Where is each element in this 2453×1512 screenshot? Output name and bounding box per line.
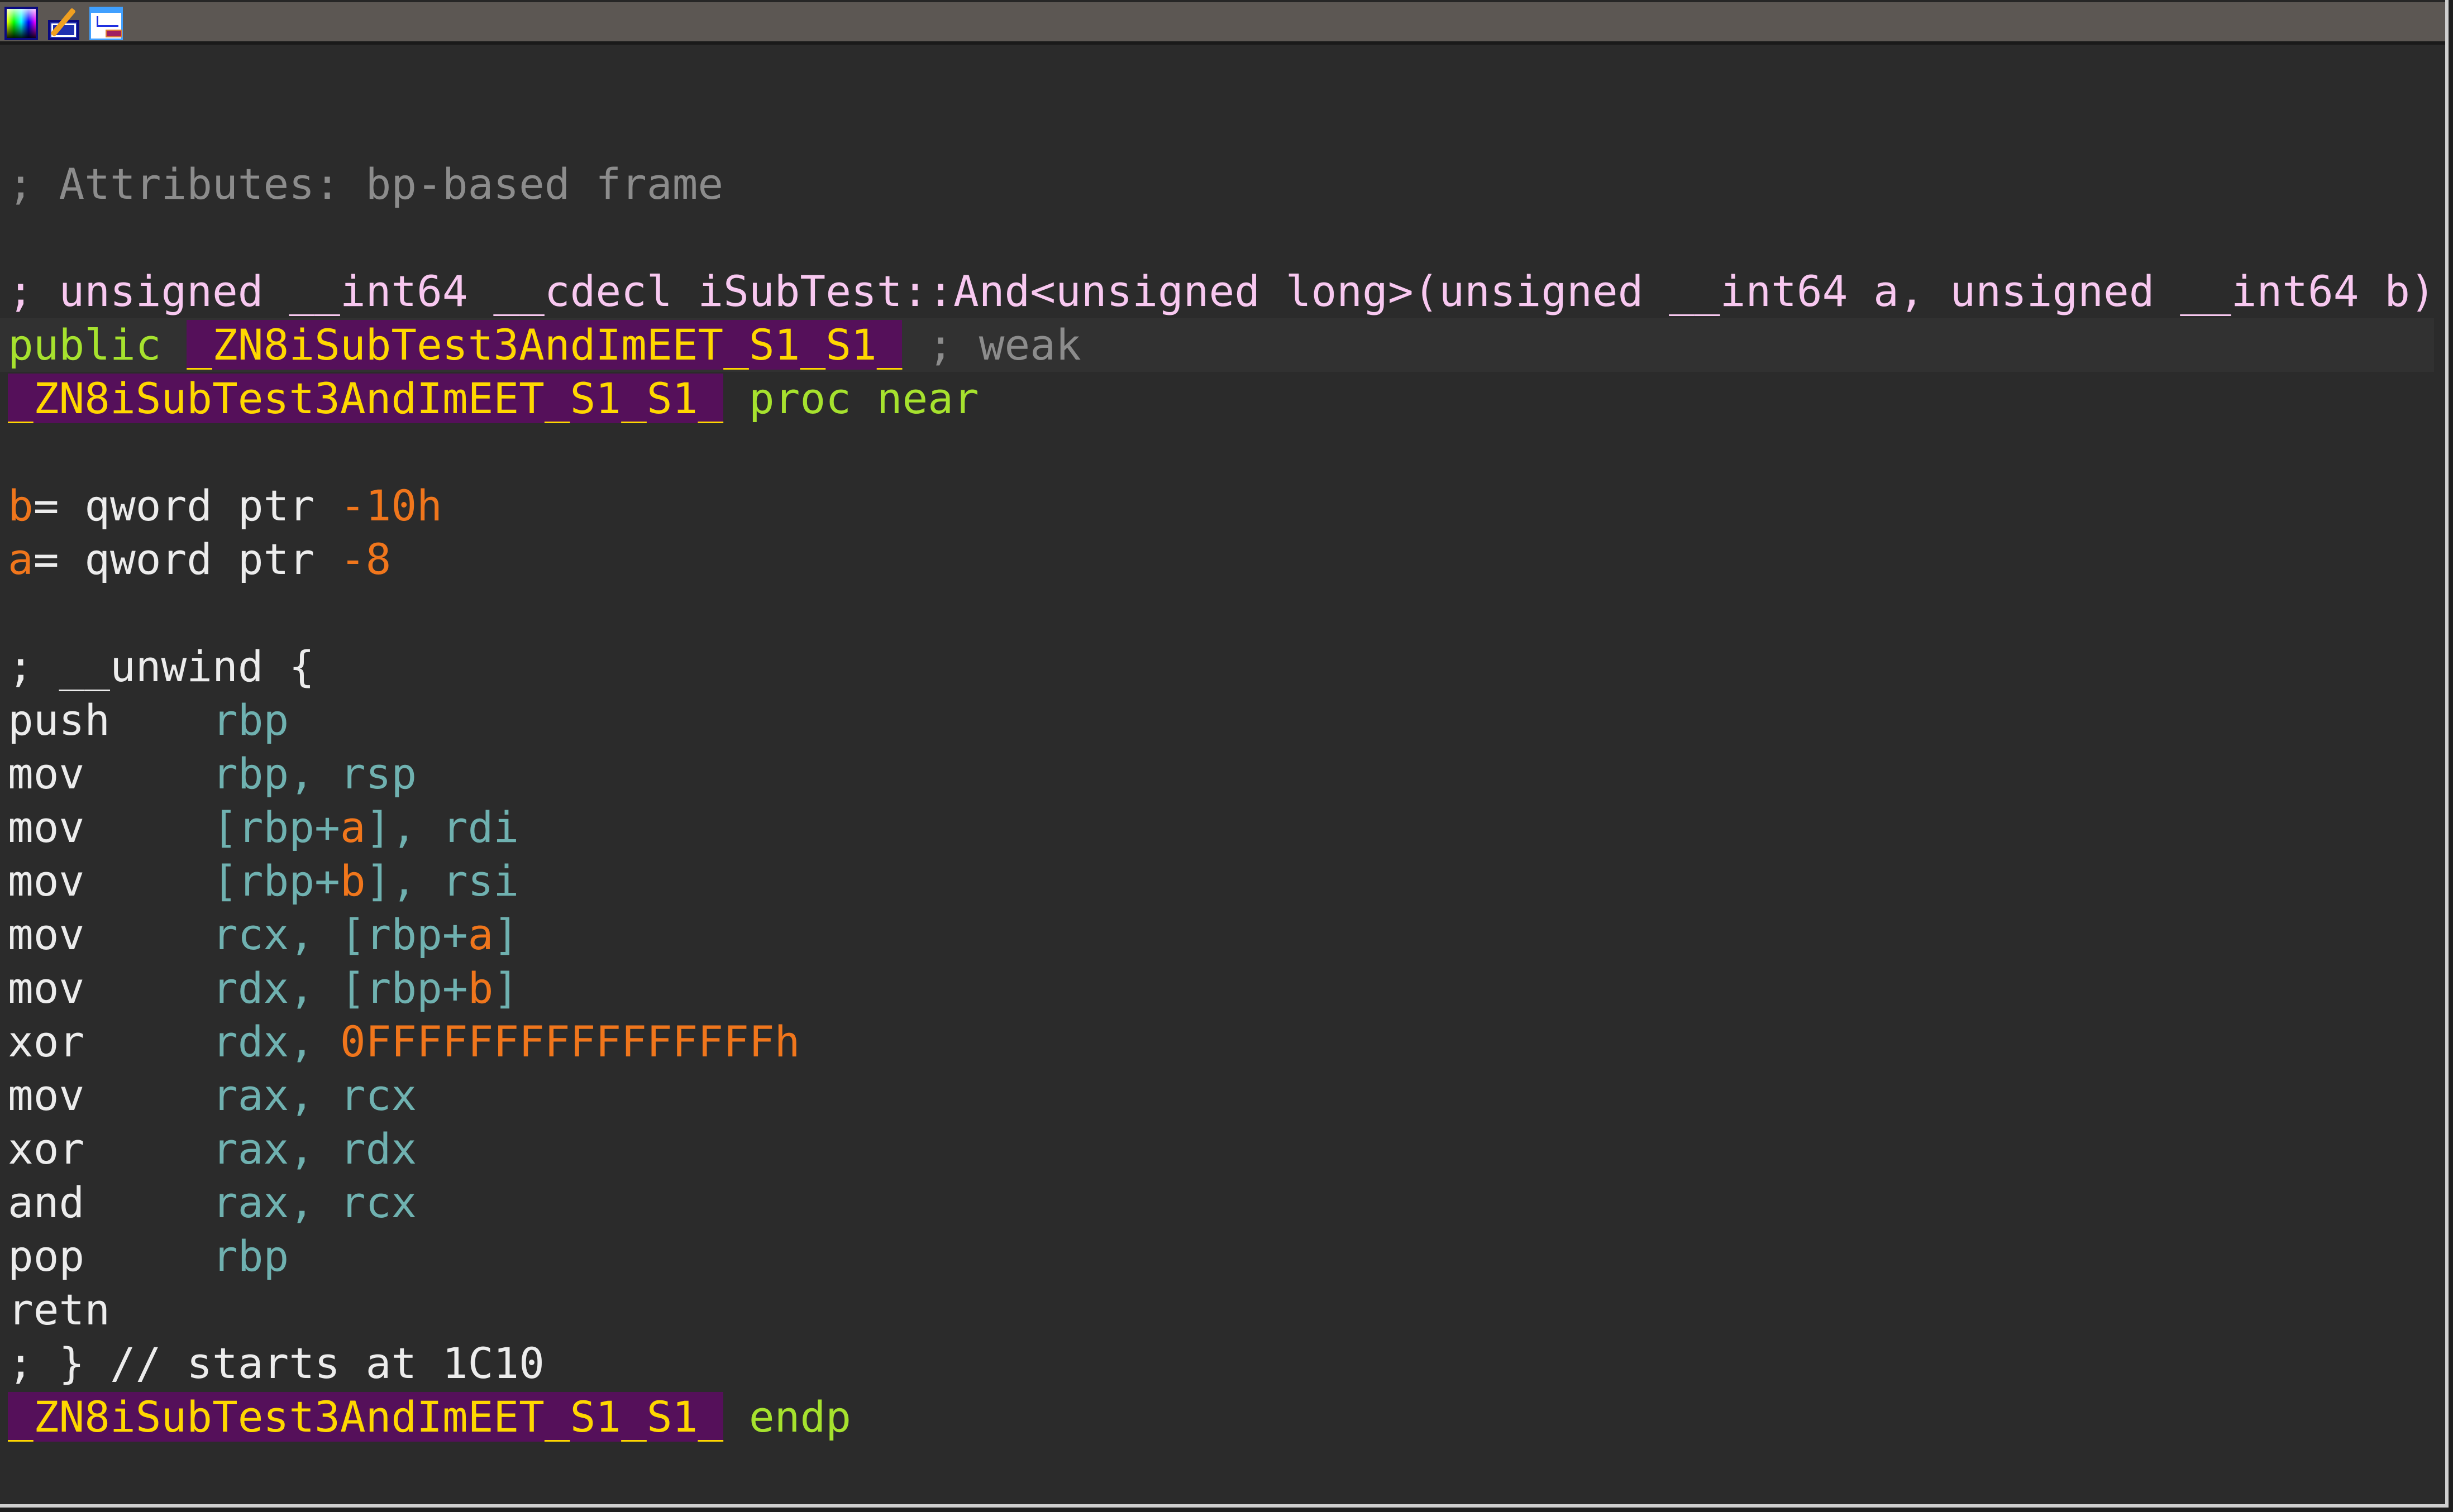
code-token: mov	[8, 802, 213, 852]
code-token: rcx, [rbp+	[212, 910, 468, 959]
code-line[interactable]: retn	[8, 1283, 2434, 1337]
code-line[interactable]: and rax, rcx	[8, 1176, 2434, 1229]
code-token: endp	[723, 1392, 851, 1442]
code-token: rbp	[212, 1231, 289, 1281]
comment: ; Attributes: bp-based frame	[8, 159, 724, 209]
disassembly-window: ; Attributes: bp-based frame ; unsigned …	[0, 0, 2449, 1508]
code-line[interactable]: ; __unwind {	[8, 640, 2434, 693]
disassembly-listing[interactable]: ; Attributes: bp-based frame ; unsigned …	[0, 157, 2436, 1444]
graph-view-icon[interactable]	[89, 7, 123, 40]
code-token: mov	[8, 910, 213, 959]
comment: ; unsigned __int64 __cdecl iSubTest::And…	[8, 266, 2436, 316]
code-token: ], rdi	[365, 802, 519, 852]
code-token: rax, rcx	[212, 1070, 417, 1120]
function-name[interactable]: _ZN8iSubTest3AndImEET_S1_S1_	[8, 1392, 724, 1442]
code-token: mov	[8, 1070, 213, 1120]
code-line[interactable]: push rbp	[8, 693, 2434, 747]
code-line[interactable]: ; unsigned __int64 __cdecl iSubTest::And…	[8, 265, 2436, 318]
code-token: public	[8, 320, 187, 370]
code-token: proc near	[723, 374, 979, 423]
code-line[interactable]: b= qword ptr -10h	[8, 479, 2434, 533]
code-token: rax, rcx	[212, 1178, 417, 1227]
code-token[interactable]: 0FFFFFFFFFFFFFFFFh	[340, 1017, 800, 1066]
code-line[interactable]: xor rdx, 0FFFFFFFFFFFFFFFFh	[8, 1015, 2434, 1069]
code-line[interactable]: mov [rbp+a], rdi	[8, 801, 2434, 854]
code-token: = qword ptr	[33, 534, 340, 584]
code-line[interactable]: _ZN8iSubTest3AndImEET_S1_S1_ proc near	[8, 372, 2434, 425]
code-line[interactable]: mov rcx, [rbp+a]	[8, 908, 2434, 961]
code-line[interactable]: ; Attributes: bp-based frame	[8, 157, 2434, 211]
code-token: xor	[8, 1124, 213, 1174]
code-line[interactable]: mov rax, rcx	[8, 1069, 2434, 1122]
comment: ; weak	[902, 320, 1081, 370]
code-token[interactable]: a	[8, 534, 34, 584]
code-token: ]	[493, 910, 519, 959]
code-token: rdx,	[212, 1017, 340, 1066]
code-token[interactable]: a	[468, 910, 494, 959]
edit-pencil-icon[interactable]	[48, 7, 82, 40]
code-line[interactable]	[8, 211, 2434, 265]
code-token: xor	[8, 1017, 213, 1066]
code-token[interactable]: b	[468, 963, 494, 1013]
code-token: mov	[8, 749, 213, 798]
code-line[interactable]: mov [rbp+b], rsi	[8, 854, 2434, 908]
code-line[interactable]: xor rax, rdx	[8, 1122, 2434, 1176]
code-token: ], rsi	[365, 856, 519, 906]
code-token: and	[8, 1178, 213, 1227]
code-line[interactable]: pop rbp	[8, 1229, 2434, 1283]
code-line[interactable]: mov rbp, rsp	[8, 747, 2434, 801]
toolbar	[0, 0, 2445, 45]
code-token[interactable]: a	[340, 802, 366, 852]
code-token: ; __unwind {	[8, 642, 315, 691]
code-token[interactable]: -8	[340, 534, 392, 584]
code-token: retn	[8, 1285, 111, 1334]
code-token: rbp, rsp	[212, 749, 417, 798]
code-token[interactable]: -10h	[340, 481, 442, 530]
code-line[interactable]: _ZN8iSubTest3AndImEET_S1_S1_ endp	[8, 1390, 2434, 1444]
code-token[interactable]: b	[340, 856, 366, 906]
code-token: pop	[8, 1231, 213, 1281]
code-line[interactable]	[8, 425, 2434, 479]
code-token: rbp	[212, 695, 289, 745]
code-line[interactable]: a= qword ptr -8	[8, 533, 2434, 586]
code-token: ]	[493, 963, 519, 1013]
code-token: ; } // starts at 1C10	[8, 1338, 545, 1388]
code-token: [rbp+	[212, 802, 340, 852]
code-token: push	[8, 695, 213, 745]
code-token: [rbp+	[212, 856, 340, 906]
code-token: rdx, [rbp+	[212, 963, 468, 1013]
code-token[interactable]: b	[8, 481, 34, 530]
function-name[interactable]: _ZN8iSubTest3AndImEET_S1_S1_	[187, 320, 903, 370]
code-line[interactable]: mov rdx, [rbp+b]	[8, 961, 2434, 1015]
code-token: = qword ptr	[33, 481, 340, 530]
color-palette-icon[interactable]	[4, 7, 38, 40]
function-name[interactable]: _ZN8iSubTest3AndImEET_S1_S1_	[8, 374, 724, 423]
code-token: mov	[8, 963, 213, 1013]
code-line[interactable]	[8, 586, 2434, 640]
code-line[interactable]: ; } // starts at 1C10	[8, 1337, 2434, 1390]
code-token: mov	[8, 856, 213, 906]
code-token: rax, rdx	[212, 1124, 417, 1174]
code-line[interactable]: public _ZN8iSubTest3AndImEET_S1_S1_ ; we…	[0, 318, 2434, 372]
